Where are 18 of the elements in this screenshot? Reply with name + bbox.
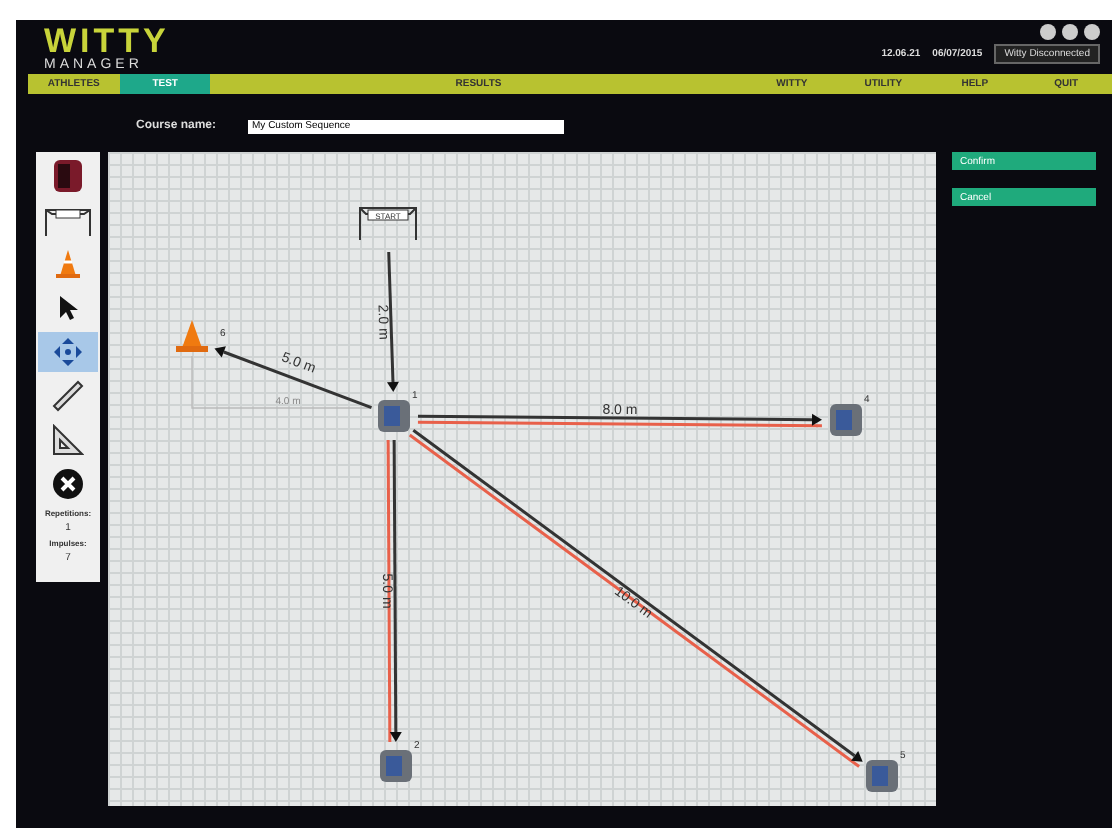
- distance-arrow: [387, 251, 399, 392]
- sensor-icon: [378, 400, 410, 432]
- sensor-icon: [380, 750, 412, 782]
- delete-icon: [52, 468, 84, 500]
- sensor-icon: [52, 158, 84, 194]
- sensor-icon: [866, 760, 898, 792]
- cone-icon: [176, 320, 208, 352]
- move-icon: [52, 336, 84, 368]
- minimize-button[interactable]: [1040, 24, 1056, 40]
- logo-title: WITTY: [44, 24, 170, 58]
- cone-icon: [54, 248, 82, 280]
- maximize-button[interactable]: [1062, 24, 1078, 40]
- pointer-icon: [58, 294, 78, 322]
- start-gate: [359, 207, 417, 241]
- close-button[interactable]: [1084, 24, 1100, 40]
- gate-icon: [42, 204, 94, 236]
- sensor-icon: [830, 404, 862, 436]
- ruler-icon: [52, 380, 84, 412]
